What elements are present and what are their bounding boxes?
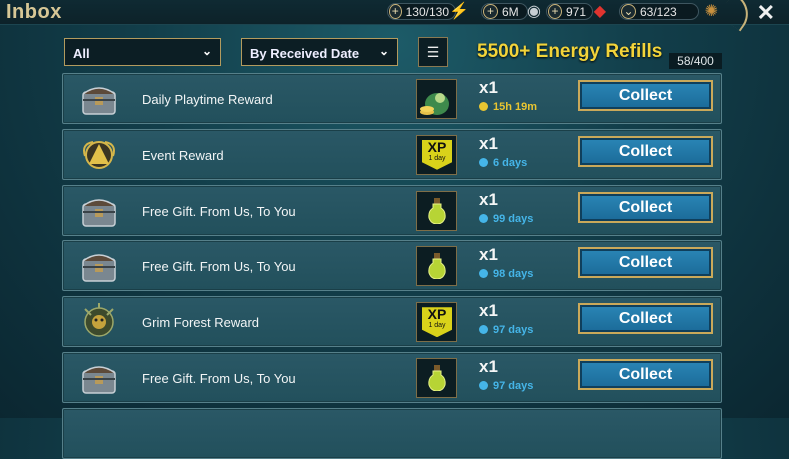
clock-icon xyxy=(479,102,488,111)
ruby-gem-icon: ◆ xyxy=(593,3,606,20)
reward-quantity: x1 xyxy=(479,357,498,376)
clock-icon xyxy=(479,325,488,335)
chest-icon xyxy=(79,80,119,118)
sort-order-button[interactable]: ☰ xyxy=(418,37,448,67)
energy-bolt-icon: ⚡ xyxy=(449,3,469,20)
money-bag-icon xyxy=(416,79,457,119)
clock-icon xyxy=(479,213,488,223)
reward-quantity: x1 xyxy=(479,189,498,209)
page-title: Inbox xyxy=(6,1,62,23)
row-label: Free Gift. From Us, To You xyxy=(142,203,296,219)
collect-button[interactable]: Collect xyxy=(578,303,713,335)
sort-icon: ☰ xyxy=(426,44,440,60)
energy-value: 130/130 xyxy=(405,4,449,19)
energy-potion-icon xyxy=(416,246,457,287)
gem-counter[interactable]: + 971 ◆ xyxy=(546,3,606,20)
add-gems-button[interactable]: + xyxy=(548,4,562,19)
chest-icon xyxy=(79,247,119,285)
sort-value: By Received Date xyxy=(250,46,360,61)
collect-button[interactable]: Collect xyxy=(578,135,713,167)
top-bar: Inbox + 130/130 ⚡ + 6M ◉ + 971 ◆ ⌄ 63/12… xyxy=(0,0,789,32)
collect-button[interactable]: Collect xyxy=(578,80,713,111)
shield-wheel-icon: ✺ xyxy=(704,3,718,20)
timer-text: 99 days xyxy=(493,212,534,225)
close-button[interactable]: ✕ xyxy=(757,0,775,26)
reward-quantity: x1 xyxy=(479,301,498,321)
expiry-timer: 97 days xyxy=(479,324,533,336)
add-energy-button[interactable]: + xyxy=(389,4,402,19)
expiry-timer: 15h 19m xyxy=(479,101,537,113)
arena-token-value: 63/123 xyxy=(640,4,677,19)
inbox-row-4: Free Gift. From Us, To You x1 98 days Co… xyxy=(62,240,722,292)
frame-ornament xyxy=(717,0,757,32)
row-label: Free Gift. From Us, To You xyxy=(142,259,296,275)
inbox-row-1: Daily Playtime Reward x1 15h 19m Collect xyxy=(62,73,722,124)
inbox-count: 58/400 xyxy=(669,53,722,69)
collect-button[interactable]: Collect xyxy=(578,359,713,390)
silver-value: 6M xyxy=(502,4,519,19)
chest-icon xyxy=(79,359,119,397)
xp-text: XP xyxy=(427,306,447,323)
reward-quantity: x1 xyxy=(479,78,498,97)
row-label: Free Gift. From Us, To You xyxy=(142,371,296,386)
add-token-button[interactable]: ⌄ xyxy=(621,4,636,19)
reward-quantity: x1 xyxy=(479,133,498,153)
expiry-timer: 6 days xyxy=(479,157,527,169)
xp-text: XP xyxy=(427,138,447,155)
timer-text: 6 days xyxy=(493,156,528,169)
event-emblem-icon xyxy=(79,136,119,174)
xp-duration: 1 day xyxy=(428,154,446,162)
row-label: Grim Forest Reward xyxy=(142,315,260,331)
type-filter-value: All xyxy=(73,46,90,61)
chevron-down-icon: ⌄ xyxy=(201,44,212,58)
inbox-row-3: Free Gift. From Us, To You x1 99 days Co… xyxy=(62,184,722,236)
row-label: Daily Playtime Reward xyxy=(142,92,273,107)
clock-icon xyxy=(479,157,488,167)
inbox-row-6: Free Gift. From Us, To You x1 97 days Co… xyxy=(62,352,722,403)
energy-counter[interactable]: + 130/130 ⚡ xyxy=(387,3,469,20)
clock-icon xyxy=(479,381,488,390)
timer-text: 98 days xyxy=(493,268,534,281)
collect-button[interactable]: Collect xyxy=(578,191,713,223)
grim-forest-icon xyxy=(79,303,119,341)
gem-value: 971 xyxy=(565,4,586,19)
energy-potion-icon xyxy=(416,358,457,398)
xp-boost-icon: XP 1 day xyxy=(416,134,457,175)
inbox-row-5: Grim Forest Reward XP 1 day x1 97 days Co… xyxy=(62,296,722,348)
promo-banner[interactable]: 5500+ Energy Refills xyxy=(477,41,662,63)
expiry-timer: 99 days xyxy=(479,213,533,225)
xp-duration: 1 day xyxy=(428,322,446,330)
expiry-timer: 98 days xyxy=(479,268,533,280)
timer-text: 97 days xyxy=(493,324,534,337)
type-filter-select[interactable]: All ⌄ xyxy=(64,38,221,66)
add-silver-button[interactable]: + xyxy=(483,4,498,19)
sort-select[interactable]: By Received Date ⌄ xyxy=(241,38,398,66)
arena-token-counter[interactable]: ⌄ 63/123 ✺ xyxy=(619,3,718,20)
clock-icon xyxy=(479,269,488,279)
collect-button[interactable]: Collect xyxy=(578,247,713,279)
inbox-row-partial xyxy=(62,408,722,459)
energy-potion-icon xyxy=(416,190,457,231)
silver-coin-icon: ◉ xyxy=(527,3,541,20)
xp-boost-icon: XP 1 day xyxy=(416,302,457,343)
timer-text: 97 days xyxy=(493,380,534,392)
timer-text: 15h 19m xyxy=(493,101,538,113)
chest-icon xyxy=(79,192,119,230)
silver-counter[interactable]: + 6M ◉ xyxy=(481,3,541,20)
expiry-timer: 97 days xyxy=(479,380,533,392)
chevron-down-icon: ⌄ xyxy=(378,44,389,58)
reward-quantity: x1 xyxy=(479,245,498,265)
inbox-row-2: Event Reward XP 1 day x1 6 days Collect xyxy=(62,128,722,180)
row-label: Event Reward xyxy=(142,147,224,163)
